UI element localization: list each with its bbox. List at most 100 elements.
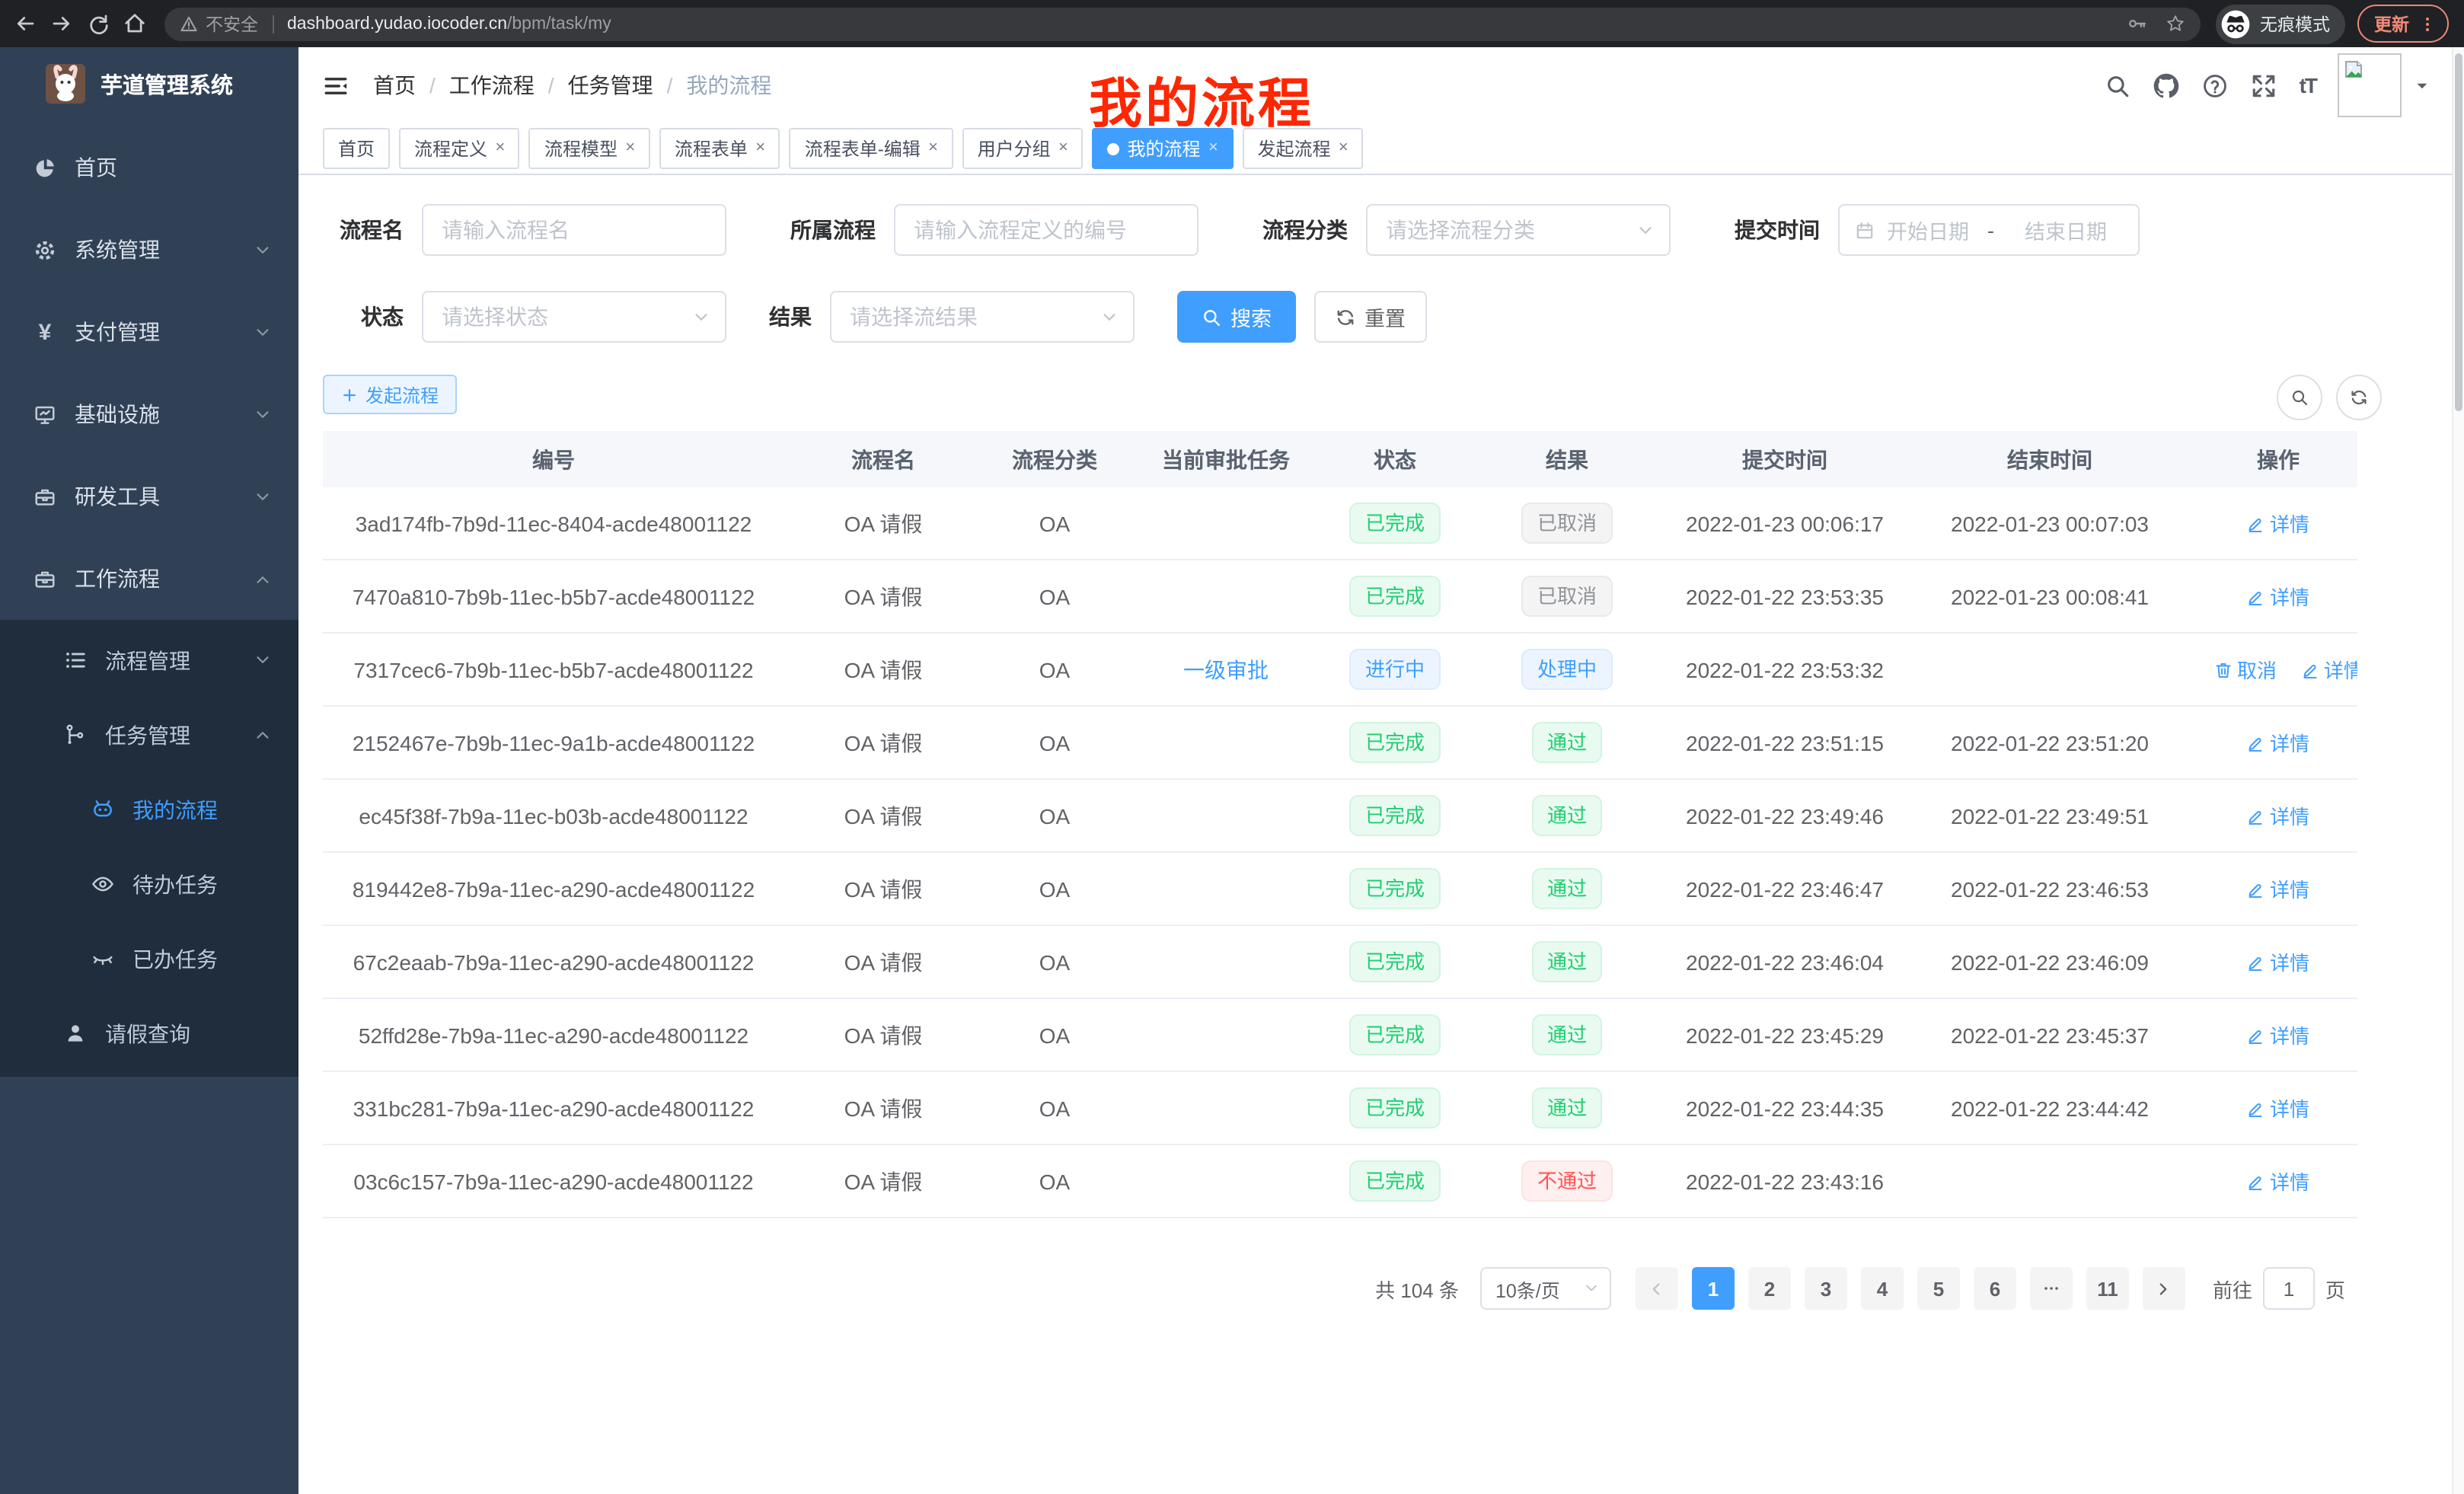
- sidebar-item-devtools[interactable]: 研发工具: [0, 455, 298, 538]
- page-button[interactable]: 11: [2086, 1267, 2129, 1310]
- close-icon[interactable]: ×: [1058, 140, 1068, 157]
- detail-link[interactable]: 详情: [2247, 1093, 2309, 1122]
- cell-submit-time: 2022-01-22 23:53:35: [1669, 560, 1901, 633]
- page-scrollbar[interactable]: [2452, 47, 2464, 1494]
- chevron-down-icon: [254, 488, 271, 505]
- result-select[interactable]: 请选择流结果: [830, 291, 1135, 343]
- cell-end-time: 2022-01-22 23:46:09: [1901, 925, 2199, 998]
- close-icon[interactable]: ×: [928, 140, 938, 157]
- detail-link[interactable]: 详情: [2247, 947, 2309, 976]
- page-button[interactable]: [2030, 1267, 2073, 1310]
- cell-current-task: [1127, 998, 1325, 1071]
- close-icon[interactable]: ×: [755, 140, 765, 157]
- edit-pen-icon: [2247, 1172, 2265, 1190]
- close-icon[interactable]: ×: [1208, 140, 1218, 157]
- toolbox-icon: [34, 567, 56, 590]
- edit-pen-icon: [2247, 587, 2265, 605]
- breadcrumb-home[interactable]: 首页: [373, 70, 416, 101]
- cell-name: OA 请假: [784, 560, 982, 633]
- show-search-button[interactable]: [2277, 375, 2322, 420]
- process-name-input[interactable]: [422, 204, 726, 256]
- close-icon[interactable]: ×: [495, 140, 505, 157]
- current-task-link[interactable]: 一级审批: [1183, 657, 1269, 682]
- close-icon[interactable]: ×: [1338, 140, 1348, 157]
- detail-link[interactable]: 详情: [2247, 801, 2309, 830]
- cell-end-time: 2022-01-22 23:44:42: [1901, 1071, 2199, 1144]
- sidebar-item-payment[interactable]: ¥ 支付管理: [0, 291, 298, 373]
- next-page-button[interactable]: [2143, 1267, 2185, 1310]
- view-tab[interactable]: 流程模型 ×: [529, 128, 650, 169]
- process-category-select[interactable]: 请选择流程分类: [1366, 204, 1671, 256]
- help-icon[interactable]: [2202, 72, 2228, 98]
- pagination: 共 104 条 10条/页 1: [323, 1267, 2427, 1310]
- create-process-button[interactable]: 发起流程: [323, 375, 457, 414]
- detail-link[interactable]: 详情: [2247, 874, 2309, 903]
- sidebar-item-todo-tasks[interactable]: 待办任务: [0, 847, 298, 921]
- view-tab[interactable]: 流程表单-编辑 ×: [790, 128, 953, 169]
- sidebar-item-infrastructure[interactable]: 基础设施: [0, 373, 298, 455]
- reset-button[interactable]: 重置: [1314, 291, 1427, 343]
- cancel-link[interactable]: 取消: [2214, 655, 2277, 684]
- sidebar: 芋道管理系统 首页 系统管理 ¥ 支付管理 基础设施: [0, 47, 298, 1494]
- prev-page-button[interactable]: [1636, 1267, 1678, 1310]
- address-bar[interactable]: 不安全 dashboard.yudao.iocoder.cn /bpm/task…: [164, 7, 2201, 40]
- sidebar-item-task-management[interactable]: 任务管理: [0, 698, 298, 772]
- goto-page-input[interactable]: [2263, 1267, 2315, 1310]
- avatar[interactable]: [2338, 53, 2402, 117]
- detail-link[interactable]: 详情: [2247, 509, 2309, 538]
- page-button[interactable]: 3: [1805, 1267, 1847, 1310]
- sidebar-item-system[interactable]: 系统管理: [0, 209, 298, 291]
- detail-link[interactable]: 详情: [2247, 728, 2309, 757]
- close-icon[interactable]: ×: [625, 140, 635, 157]
- breadcrumb-task-management[interactable]: 任务管理: [568, 70, 653, 101]
- search-icon[interactable]: [2105, 72, 2130, 98]
- browser-menu-icon[interactable]: [2418, 14, 2437, 33]
- page-button[interactable]: 4: [1861, 1267, 1904, 1310]
- result-badge: 通过: [1532, 941, 1602, 982]
- bookmark-star-icon[interactable]: [2166, 14, 2185, 34]
- font-size-icon[interactable]: tT: [2300, 73, 2316, 97]
- detail-link[interactable]: 详情: [2247, 1020, 2309, 1049]
- cell-submit-time: 2022-01-22 23:43:16: [1669, 1144, 1901, 1218]
- process-definition-input[interactable]: [894, 204, 1198, 256]
- caret-down-icon[interactable]: [2414, 77, 2430, 94]
- github-icon[interactable]: [2153, 72, 2179, 98]
- view-tab[interactable]: 首页 ×: [323, 128, 390, 169]
- sidebar-item-home[interactable]: 首页: [0, 126, 298, 209]
- page-button[interactable]: 1: [1692, 1267, 1735, 1310]
- page-button[interactable]: 5: [1917, 1267, 1960, 1310]
- search-button[interactable]: 搜索: [1177, 291, 1296, 343]
- fullscreen-icon[interactable]: [2251, 72, 2277, 98]
- sidebar-item-workflow[interactable]: 工作流程: [0, 538, 298, 620]
- submit-time-range-picker[interactable]: 开始日期 - 结束日期: [1838, 204, 2140, 256]
- page-size-select[interactable]: 10条/页: [1480, 1267, 1611, 1310]
- scrollbar-thumb[interactable]: [2455, 53, 2462, 411]
- password-key-icon[interactable]: [2127, 14, 2147, 34]
- browser-back-icon[interactable]: [14, 12, 37, 35]
- page-button[interactable]: 6: [1974, 1267, 2016, 1310]
- view-tab[interactable]: 流程表单 ×: [659, 128, 780, 169]
- page-button[interactable]: 2: [1748, 1267, 1791, 1310]
- breadcrumb-workflow[interactable]: 工作流程: [449, 70, 535, 101]
- app-logo-row[interactable]: 芋道管理系统: [0, 47, 298, 120]
- cell-submit-time: 2022-01-22 23:51:15: [1669, 706, 1901, 779]
- browser-menu-update-button[interactable]: 更新: [2357, 5, 2449, 43]
- browser-forward-icon[interactable]: [50, 12, 73, 35]
- status-select[interactable]: 请选择状态: [422, 291, 726, 343]
- sidebar-item-my-process[interactable]: 我的流程: [0, 772, 298, 847]
- collapse-menu-icon[interactable]: [323, 72, 349, 98]
- view-tab[interactable]: 流程定义 ×: [399, 128, 520, 169]
- edit-pen-icon: [2247, 879, 2265, 898]
- detail-link[interactable]: 详情: [2301, 655, 2357, 684]
- browser-home-icon[interactable]: [123, 12, 146, 35]
- cell-name: OA 请假: [784, 925, 982, 998]
- browser-reload-icon[interactable]: [87, 12, 110, 35]
- table-row: 03c6c157-7b9a-11ec-a290-acde48001122 OA …: [323, 1144, 2357, 1218]
- detail-link[interactable]: 详情: [2247, 582, 2309, 611]
- view-tab[interactable]: 用户分组 ×: [962, 128, 1084, 169]
- refresh-table-button[interactable]: [2336, 375, 2382, 420]
- sidebar-item-leave-query[interactable]: 请假查询: [0, 996, 298, 1071]
- detail-link[interactable]: 详情: [2247, 1167, 2309, 1196]
- sidebar-item-process-management[interactable]: 流程管理: [0, 623, 298, 698]
- sidebar-item-done-tasks[interactable]: 已办任务: [0, 921, 298, 996]
